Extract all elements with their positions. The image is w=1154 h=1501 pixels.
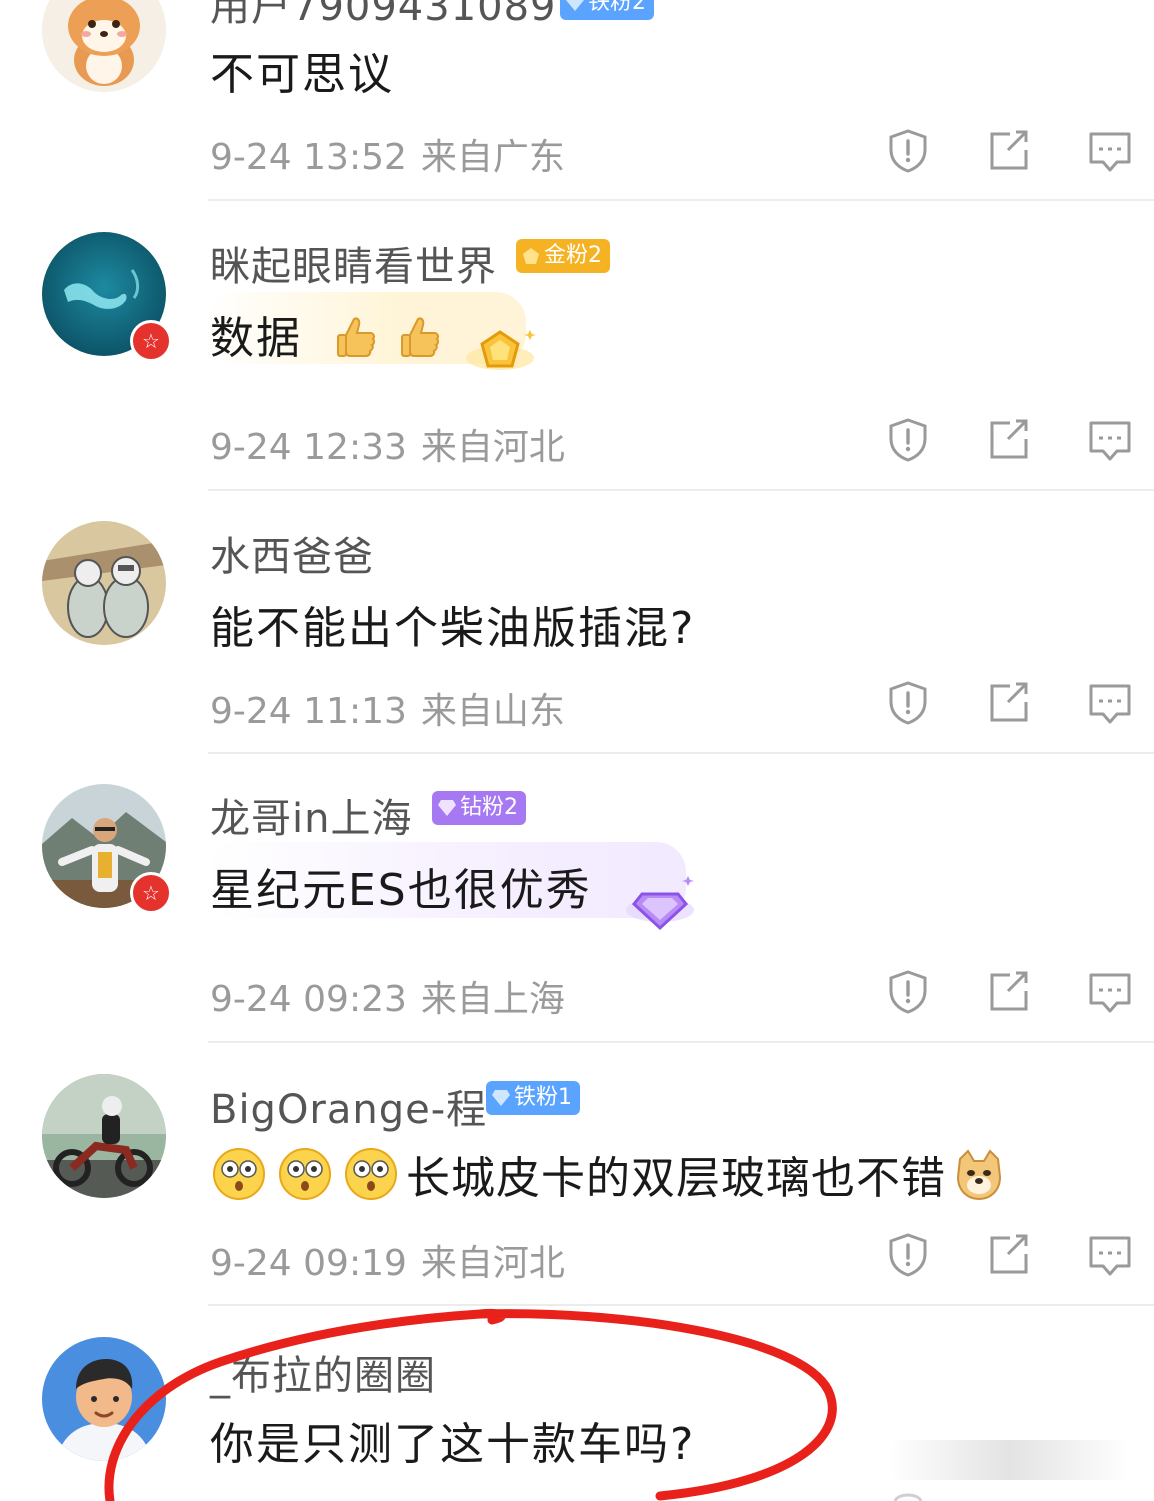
comment-date: 9-24 09:23 [210, 979, 407, 1020]
avatar[interactable] [42, 1337, 166, 1461]
fan-badge-label: 金粉2 [544, 243, 602, 268]
comment-bubble-icon[interactable] [1087, 969, 1133, 1015]
shield-alert-icon[interactable] [885, 680, 931, 726]
username[interactable]: 水西爸爸 [210, 524, 374, 582]
fan-badge[interactable]: 铁粉1 [486, 1081, 580, 1115]
thumbs-up-emoji-icon [337, 317, 376, 357]
username[interactable]: 眯起眼睛看世界 [210, 234, 497, 292]
username-text[interactable]: 用户7909431089 [210, 0, 557, 30]
share-square-icon[interactable] [986, 128, 1032, 174]
diamond-icon [492, 1090, 510, 1106]
cartoon-pilots-avatar-image [42, 521, 166, 645]
comment-meta: 9-24 11:13 来自山东 [210, 682, 579, 734]
purple-diamond-badge-icon [626, 876, 694, 931]
username[interactable]: _布拉的圈圈 [210, 1343, 436, 1401]
comment-bubble-icon[interactable] [1087, 680, 1133, 726]
cartoon-man-avatar-image [42, 1337, 166, 1461]
shield-alert-icon[interactable] [885, 128, 931, 174]
divider [208, 199, 1154, 201]
verified-v-icon: ☆ [130, 320, 172, 362]
comment-location: 来自山东 [420, 691, 565, 732]
username[interactable]: 龙哥in上海 [210, 786, 412, 844]
comment-location: 来自河北 [420, 427, 565, 468]
fan-badge[interactable]: 钻粉2 [432, 791, 526, 825]
share-square-icon[interactable] [986, 1232, 1032, 1278]
astonished-face-emoji-icon [279, 1148, 331, 1200]
comment-text: 星纪元ES也很优秀 [210, 865, 592, 916]
comment-text: 数据 [210, 302, 460, 366]
astonished-face-emoji-icon [345, 1148, 397, 1200]
comment-text: 长城皮卡的双层玻璃也不错 [212, 1142, 1022, 1206]
comment-bubble-icon[interactable] [1087, 128, 1133, 174]
verified-v-icon: ☆ [130, 872, 172, 914]
motorcycle-rider-avatar-image [42, 1074, 166, 1198]
avatar[interactable] [42, 521, 166, 645]
shield-alert-icon[interactable] [885, 417, 931, 463]
comment-location: 来自上海 [420, 979, 565, 1020]
divider [208, 1304, 1154, 1306]
comment-date: 9-24 11:13 [210, 691, 407, 732]
comment-meta: 9-24 09:19 来自河北 [210, 1234, 579, 1286]
shield-alert-icon[interactable] [885, 1232, 931, 1278]
share-square-icon[interactable] [986, 969, 1032, 1015]
comment-bubble-icon[interactable] [1087, 417, 1133, 463]
share-square-icon[interactable] [986, 417, 1032, 463]
doge-emoji-icon [956, 1149, 1002, 1201]
comment-text: 能不能出个柴油版插混? [210, 603, 696, 654]
cropped-action-row [893, 1493, 923, 1501]
fan-badge-label: 钻粉2 [460, 795, 518, 820]
comment-text: 不可思议 [210, 49, 394, 100]
comment-text-content: 长城皮卡的双层玻璃也不错 [406, 1153, 946, 1204]
shield-alert-icon[interactable] [885, 969, 931, 1015]
comment-meta: 9-24 09:23 来自上海 [210, 970, 579, 1022]
divider [208, 752, 1154, 754]
diamond-icon [438, 800, 456, 816]
comment-text-content: 数据 [210, 313, 302, 364]
comment-location: 来自河北 [420, 1243, 565, 1284]
divider [208, 1041, 1154, 1043]
shiba-dog-avatar-image [42, 0, 166, 92]
diamond-icon [566, 0, 584, 11]
gold-gem-icon [523, 248, 539, 264]
avatar[interactable] [42, 0, 166, 92]
fan-badge-label: 铁粉2 [588, 0, 646, 15]
gold-pentagon-badge-icon [466, 330, 536, 370]
comment-location: 来自广东 [420, 137, 565, 178]
fan-badge-label: 铁粉1 [514, 1085, 572, 1110]
share-square-icon[interactable] [986, 680, 1032, 726]
comment-date: 9-24 12:33 [210, 427, 407, 468]
comment-date: 9-24 13:52 [210, 137, 407, 178]
comment-meta: 9-24 13:52 来自广东 [210, 128, 579, 180]
comment-meta: 9-24 12:33 来自河北 [210, 418, 579, 470]
fan-badge[interactable]: 铁粉2 [560, 0, 654, 20]
avatar[interactable] [42, 1074, 166, 1198]
fan-badge[interactable]: 金粉2 [516, 239, 610, 273]
comment-date: 9-24 09:19 [210, 1243, 407, 1284]
username[interactable]: 用户7909431089 [210, 0, 557, 32]
username[interactable]: BigOrange-程 [210, 1077, 487, 1135]
thumbs-up-emoji-icon [401, 317, 440, 357]
divider [208, 489, 1154, 491]
astonished-face-emoji-icon [213, 1148, 265, 1200]
comment-bubble-icon[interactable] [1087, 1232, 1133, 1278]
